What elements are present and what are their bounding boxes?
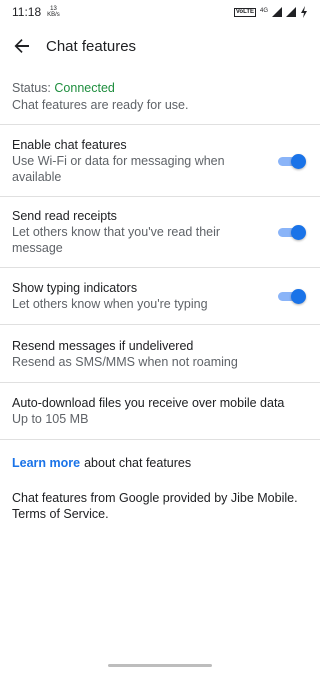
cell-signal-icon <box>272 7 282 17</box>
setting-label: Send read receipts <box>12 209 117 223</box>
learn-more-text: about chat features <box>84 456 192 470</box>
setting-text: Enable chat features Use Wi-Fi or data f… <box>12 137 308 185</box>
setting-description: Let others know when you're typing <box>12 297 208 311</box>
setting-label: Auto-download files you receive over mob… <box>12 396 285 410</box>
status-value: Connected <box>54 81 115 95</box>
arrow-back-icon <box>14 39 29 53</box>
network-speed-unit: KB/s <box>47 12 60 18</box>
status-description: Chat features are ready for use. <box>12 98 189 112</box>
enable-chat-features-toggle[interactable] <box>278 153 306 169</box>
setting-label: Show typing indicators <box>12 281 138 295</box>
setting-description: Up to 105 MB <box>12 412 89 426</box>
toggle-thumb <box>291 225 306 240</box>
setting-text: Auto-download files you receive over mob… <box>12 395 308 427</box>
setting-label: Resend messages if undelivered <box>12 338 194 353</box>
setting-description: Resend as SMS/MMS when not roaming <box>12 354 238 369</box>
setting-text: Resend messages if undelivered Resend as… <box>12 338 308 370</box>
status-line: Status: Connected <box>12 80 308 97</box>
battery-charging-icon <box>301 6 307 18</box>
terms-of-service-link[interactable]: Terms of Service. <box>12 506 308 522</box>
wifi-signal-icon <box>286 7 296 17</box>
network-speed: 13 KB/s <box>47 6 60 18</box>
status-bar: 11:18 13 KB/s VoLTE 4G <box>0 0 320 24</box>
status-icons: VoLTE 4G <box>233 6 308 18</box>
setting-enable-chat-features[interactable]: Enable chat features Use Wi-Fi or data f… <box>0 125 320 197</box>
page-title: Chat features <box>46 37 137 55</box>
settings-content: Status: Connected Chat features are read… <box>0 72 320 526</box>
setting-show-typing-indicators[interactable]: Show typing indicators Let others know w… <box>0 268 320 325</box>
show-typing-indicators-toggle[interactable] <box>278 289 306 304</box>
gesture-nav-handle[interactable] <box>108 664 212 667</box>
provider-text: Chat features from Google provided by Ji… <box>12 491 298 505</box>
app-bar: Chat features <box>0 28 320 64</box>
learn-more-line: Learn more about chat features <box>0 440 320 486</box>
clock: 11:18 <box>12 5 42 19</box>
setting-label: Enable chat features <box>12 137 127 152</box>
status-label: Status: <box>12 81 55 95</box>
connection-status: Status: Connected Chat features are read… <box>0 72 320 125</box>
network-type: 4G <box>259 8 268 14</box>
back-button[interactable] <box>0 28 44 64</box>
learn-more-link[interactable]: Learn more <box>12 456 80 470</box>
provider-info: Chat features from Google provided by Ji… <box>0 486 320 526</box>
volte-badge: VoLTE <box>233 7 256 17</box>
setting-description: Use Wi-Fi or data for messaging when ava… <box>12 153 225 184</box>
setting-description: Let others know that you've read their m… <box>12 225 221 255</box>
setting-auto-download[interactable]: Auto-download files you receive over mob… <box>0 383 320 440</box>
setting-send-read-receipts[interactable]: Send read receipts Let others know that … <box>0 197 320 268</box>
toggle-thumb <box>291 289 306 304</box>
setting-resend-messages[interactable]: Resend messages if undelivered Resend as… <box>0 325 320 383</box>
setting-text: Show typing indicators Let others know w… <box>12 280 308 312</box>
setting-text: Send read receipts Let others know that … <box>12 208 308 256</box>
send-read-receipts-toggle[interactable] <box>278 225 306 240</box>
toggle-thumb <box>291 153 306 169</box>
